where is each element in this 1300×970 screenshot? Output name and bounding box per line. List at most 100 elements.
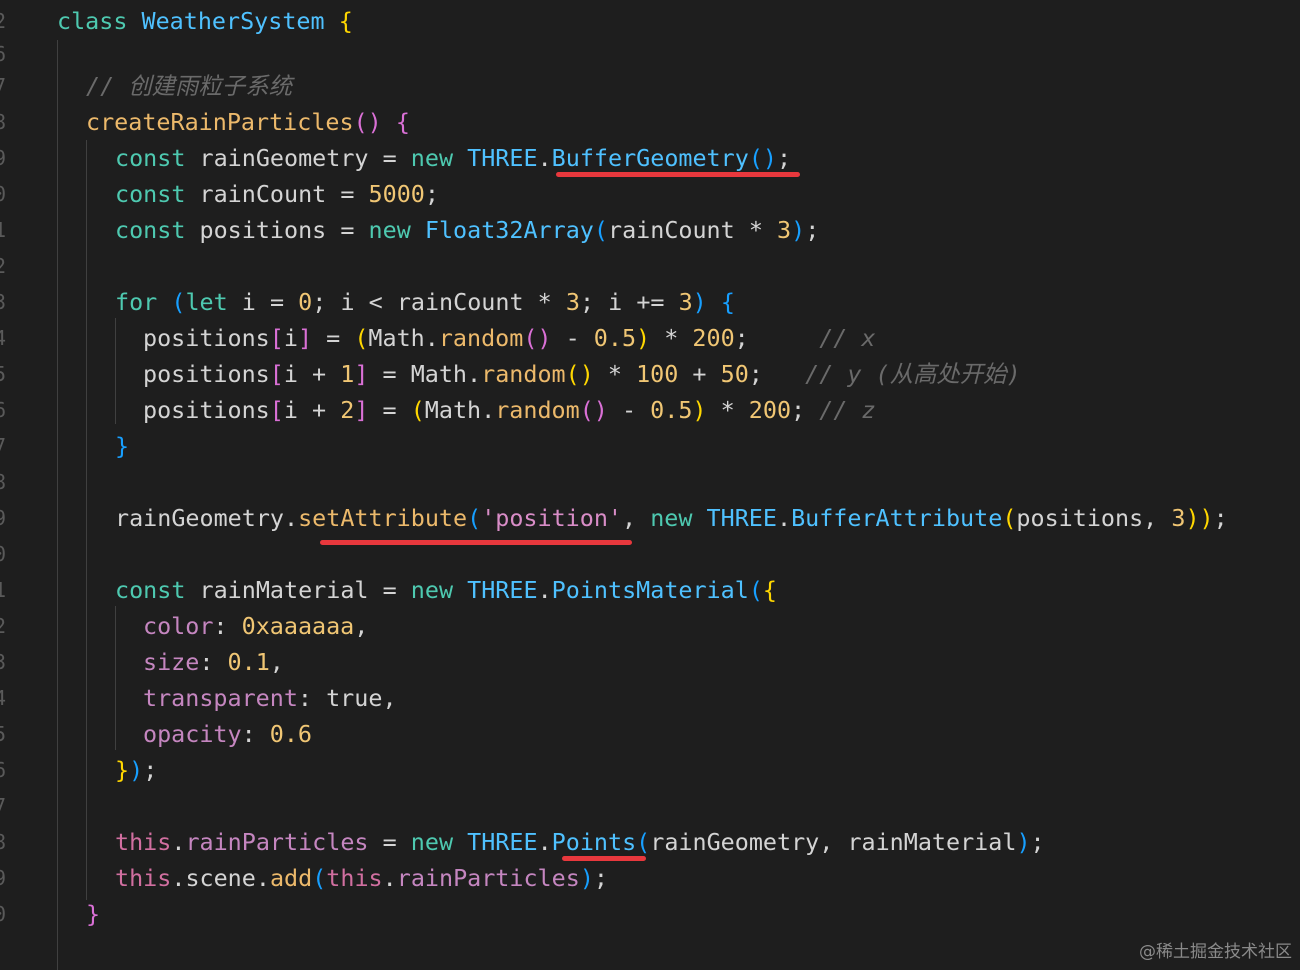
keyword: const [115,576,186,604]
number: 50 [720,360,749,388]
code-line: } [86,896,100,932]
line-number: 5 [0,362,7,386]
line-number: 2 [0,614,7,638]
variable: rainCount [199,180,327,208]
indent-guide [57,40,58,970]
code-editor[interactable]: 2 6 7 8 9 0 1 2 3 4 5 6 7 8 9 0 1 2 3 4 … [0,0,1300,970]
colon: : [199,648,214,676]
operator: = [340,216,355,244]
class-name: Float32Array [424,216,594,244]
variable: positions [1016,504,1144,532]
semicolon: ; [1213,504,1228,532]
dot: . [284,504,299,532]
class-name: WeatherSystem [141,7,325,35]
variable: rainMaterial [199,576,369,604]
code-line: positions[i + 2] = (Math.random() - 0.5)… [143,392,876,428]
operator: = [340,180,355,208]
brace: { [720,288,735,316]
code-line: positions[i + 1] = Math.random() * 100 +… [143,356,1021,392]
semicolon: ; [579,288,595,316]
code-line: }); [115,752,157,788]
comma: , [622,504,637,532]
paren: ( [593,216,608,244]
operator: = [326,324,341,352]
dot: . [467,360,482,388]
line-number: 8 [0,470,7,494]
operator: + [312,396,327,424]
comma: , [1143,504,1158,532]
dot: . [537,144,552,172]
operator: - [621,396,637,424]
variable: i [241,288,256,316]
semicolon: ; [791,396,806,424]
variable: rainMaterial [847,828,1017,856]
indent-guide [115,318,116,424]
number: 0 [298,288,313,316]
code-line: const rainCount = 5000; [115,176,439,212]
namespace: THREE [467,144,538,172]
variable: positions [143,324,270,352]
code-comment: // 创建雨粒子系统 [86,68,292,104]
number: 0.6 [269,720,313,748]
namespace: Math [424,396,482,424]
bracket: [ [269,324,284,352]
method-name: random [438,324,524,352]
number: 1 [340,360,355,388]
parens: )) [1185,504,1214,532]
namespace: Math [410,360,468,388]
comment: // y (从高处开始) [805,360,1021,388]
paren: ) [791,216,806,244]
variable: positions [199,216,327,244]
dot: . [537,828,552,856]
operator: = [382,360,397,388]
variable: i [283,324,298,352]
operator: = [382,576,397,604]
namespace: Math [368,324,425,352]
class-name: BufferAttribute [791,504,1003,532]
number: 0.5 [650,396,693,424]
number: 200 [692,324,735,352]
bracket: [ [269,360,284,388]
line-number: 2 [0,9,7,33]
line-number: 6 [0,398,7,422]
colon: : [241,720,256,748]
paren: ) [129,756,144,784]
property: color [143,612,214,640]
line-number: 0 [0,182,7,206]
variable: i [283,360,298,388]
parens: () [353,108,382,136]
brace: } [115,756,130,784]
this-keyword: this [115,828,172,856]
method-name: add [269,864,313,892]
variable: i [283,396,298,424]
keyword: for [115,288,158,316]
line-number: 1 [0,218,7,242]
variable: rainGeometry [199,144,369,172]
line-number: 3 [0,290,7,314]
keyword: new [410,576,454,604]
operator: * [720,396,735,424]
brace: } [86,900,101,928]
operator: = [382,396,397,424]
variable: rainCount [607,216,735,244]
parens: () [748,144,777,172]
paren: ( [312,864,327,892]
namespace: THREE [467,828,538,856]
line-number: 1 [0,578,7,602]
semicolon: ; [748,360,763,388]
variable: positions [143,360,270,388]
method-name: createRainParticles [86,108,354,136]
variable: rainGeometry [650,828,820,856]
comma: , [819,828,834,856]
line-number: 9 [0,506,7,530]
line-number: 7 [0,74,7,98]
class-name: Points [551,828,637,856]
keyword: class [57,7,128,35]
line-number: 0 [0,902,7,926]
semicolon: ; [805,216,820,244]
paren: ) [579,864,594,892]
highlight-underline-points [562,856,646,861]
semicolon: ; [593,864,608,892]
colon: : [213,612,228,640]
paren: ( [354,324,369,352]
